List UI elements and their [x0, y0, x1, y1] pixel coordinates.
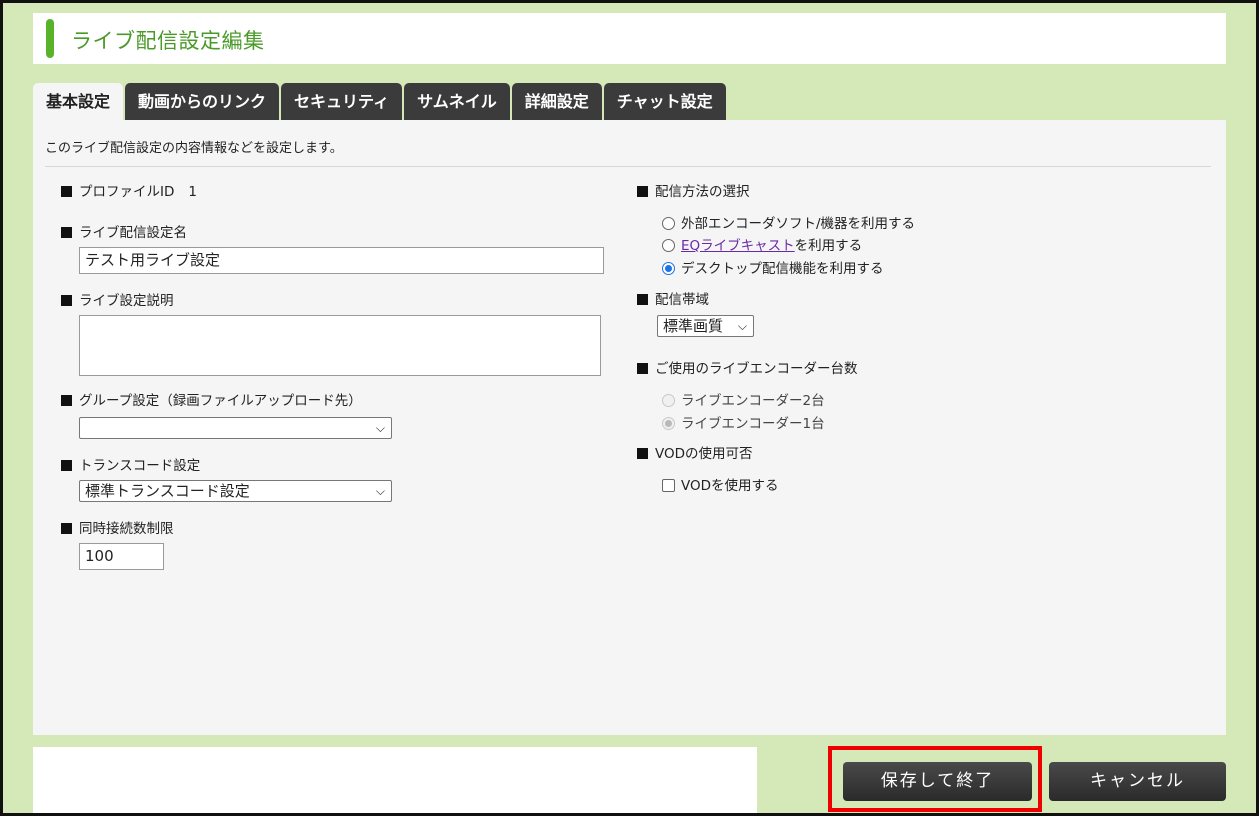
vod-checkbox-label: VODを使用する [681, 478, 779, 494]
page-title: ライブ配信設定編集 [71, 29, 265, 53]
radio-button-disabled[interactable] [662, 394, 675, 407]
vod-label-row: VODの使用可否 [637, 442, 753, 462]
eq-livecast-link[interactable]: EQライブキャスト [681, 238, 795, 254]
tab-bar: 基本設定 動画からのリンク セキュリティ サムネイル 詳細設定 チャット設定 [33, 83, 728, 120]
bullet-square [637, 448, 648, 459]
bullet-square [637, 294, 648, 305]
chevron-down-icon: ⌵ [737, 319, 747, 333]
vod-label: VODの使用可否 [655, 446, 753, 462]
method-option-eq-label: を利用する [794, 238, 863, 254]
bullet-square [61, 295, 72, 306]
vod-checkbox-row[interactable]: VODを使用する [662, 474, 779, 494]
connections-label-row: 同時接続数制限 [61, 517, 174, 537]
footer-blank-area [33, 747, 757, 816]
bullet-square [61, 186, 72, 197]
name-label-row: ライブ配信設定名 [61, 221, 187, 241]
method-label: 配信方法の選択 [655, 184, 750, 200]
encoders-option-two-label: ライブエンコーダー2台 [681, 393, 825, 409]
method-option-external[interactable]: 外部エンコーダソフト/機器を利用する [662, 212, 915, 232]
bullet-square [61, 227, 72, 238]
vod-checkbox[interactable] [662, 479, 675, 492]
save-and-exit-button[interactable]: 保存して終了 [843, 762, 1032, 801]
bandwidth-label-row: 配信帯域 [637, 288, 709, 308]
tab-advanced-settings[interactable]: 詳細設定 [511, 83, 602, 120]
bullet-square [637, 363, 648, 374]
cancel-button[interactable]: キャンセル [1049, 762, 1226, 801]
bandwidth-label: 配信帯域 [655, 292, 709, 308]
method-option-external-label: 外部エンコーダソフト/機器を利用する [681, 216, 916, 232]
radio-button[interactable] [662, 239, 675, 252]
name-input[interactable]: テスト用ライブ設定 [79, 247, 604, 274]
transcode-select[interactable]: 標準トランスコード設定 ⌵ [79, 480, 392, 502]
name-label: ライブ配信設定名 [79, 225, 187, 241]
radio-button-checked[interactable] [662, 262, 675, 275]
group-label: グループ設定（録画ファイルアップロード先） [79, 393, 362, 409]
method-label-row: 配信方法の選択 [637, 180, 750, 200]
divider [45, 166, 1211, 167]
profile-id-value: 1 [188, 184, 197, 200]
transcode-select-value: 標準トランスコード設定 [85, 482, 250, 500]
tab-chat-settings[interactable]: チャット設定 [603, 83, 726, 120]
encoders-label: ご使用のライブエンコーダー台数 [655, 361, 858, 377]
transcode-label-row: トランスコード設定 [61, 454, 200, 474]
connections-label: 同時接続数制限 [79, 521, 174, 537]
profile-id-row: プロファイルID 1 [61, 180, 197, 200]
explanation-label-row: ライブ設定説明 [61, 289, 174, 309]
explanation-textarea[interactable] [79, 315, 601, 376]
encoders-option-one[interactable]: ライブエンコーダー1台 [662, 412, 825, 432]
connections-input[interactable]: 100 [79, 543, 164, 570]
panel-description: このライブ配信設定の内容情報などを設定します。 [45, 141, 343, 156]
tab-basic-settings[interactable]: 基本設定 [33, 83, 124, 120]
profile-id-label: プロファイルID [79, 184, 175, 200]
bullet-square [61, 523, 72, 534]
method-option-desktop-label: デスクトップ配信機能を利用する [681, 261, 884, 277]
tab-security[interactable]: セキュリティ [281, 83, 403, 120]
method-option-eq[interactable]: EQライブキャストを利用する [662, 234, 862, 254]
bullet-square [61, 460, 72, 471]
group-label-row: グループ設定（録画ファイルアップロード先） [61, 389, 362, 409]
bullet-square [61, 395, 72, 406]
transcode-label: トランスコード設定 [79, 458, 201, 474]
settings-panel: このライブ配信設定の内容情報などを設定します。 プロファイルID 1 ライブ配信設… [33, 120, 1226, 735]
header-accent-bar [46, 19, 54, 58]
encoders-option-two[interactable]: ライブエンコーダー2台 [662, 389, 825, 409]
chevron-down-icon: ⌵ [375, 421, 385, 435]
encoders-option-one-label: ライブエンコーダー1台 [681, 416, 825, 432]
chevron-down-icon: ⌵ [375, 484, 385, 498]
group-select[interactable]: ⌵ [79, 417, 392, 439]
tab-thumbnail[interactable]: サムネイル [404, 83, 510, 120]
method-option-desktop[interactable]: デスクトップ配信機能を利用する [662, 257, 884, 277]
encoders-label-row: ご使用のライブエンコーダー台数 [637, 357, 858, 377]
radio-button-disabled-checked[interactable] [662, 417, 675, 430]
page-header: ライブ配信設定編集 [33, 13, 1226, 64]
tab-video-link[interactable]: 動画からのリンク [125, 83, 280, 120]
bullet-square [637, 186, 648, 197]
radio-button[interactable] [662, 217, 675, 230]
explanation-label: ライブ設定説明 [79, 293, 174, 309]
bandwidth-select-value: 標準画質 [663, 317, 724, 335]
bandwidth-select[interactable]: 標準画質 ⌵ [657, 315, 754, 337]
